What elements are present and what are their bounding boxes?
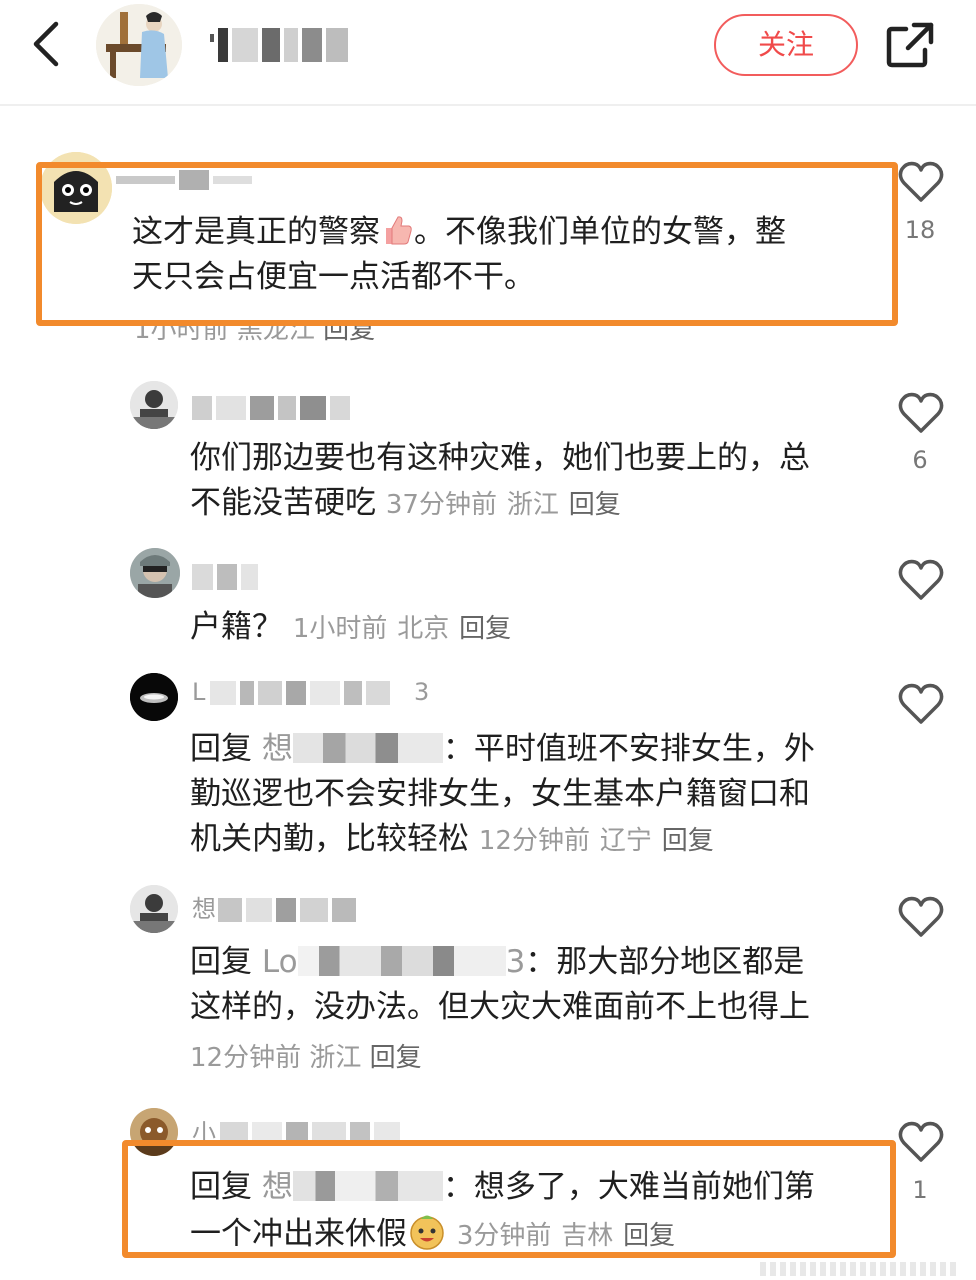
like-count: 18 (904, 216, 936, 244)
comment-text-line-3: 机关内勤，比较轻松 12分钟前 辽宁 回复 (190, 821, 714, 857)
comment-text: 这才是真正的警察 。不像我们单位的女警，整 (132, 214, 786, 250)
reply-target-name[interactable]: 想 (262, 731, 293, 767)
reply-button[interactable]: 回复 (569, 490, 621, 520)
author-name-blurred (210, 22, 360, 68)
comment-text-line-2: 勤巡逻也不会安排女生，女生基本户籍窗口和 (190, 776, 810, 812)
user-name-blurred[interactable]: L 3 (192, 677, 442, 707)
heart-icon[interactable] (897, 391, 945, 435)
heart-icon[interactable] (897, 895, 945, 939)
comment-text: 回复 想：平时值班不安排女生，外 (190, 731, 815, 767)
comment-time: 12分钟前 (190, 1043, 302, 1073)
reply-target-blurred (292, 1171, 443, 1201)
comment-location: 黑龙江 (236, 315, 315, 345)
comment-text-line-2: 不能没苦硬吃 37分钟前 浙江 回复 (190, 485, 621, 521)
user-name-blurred[interactable] (192, 392, 372, 422)
like-count: 1 (912, 1176, 928, 1204)
reply-button[interactable]: 回复 (623, 1221, 675, 1251)
reply-button[interactable]: 回复 (459, 614, 511, 644)
comment-location: 浙江 (309, 1043, 362, 1073)
back-arrow-icon[interactable] (26, 20, 70, 68)
comment-meta: 12分钟前 浙江 回复 (190, 1038, 422, 1078)
reply-button[interactable]: 回复 (323, 326, 375, 345)
reply-button[interactable]: 回复 (370, 1043, 422, 1073)
user-name-blurred[interactable]: 小 (192, 1118, 452, 1148)
author-avatar[interactable] (96, 4, 182, 86)
comment-time: 37分钟前 (385, 490, 497, 520)
user-avatar[interactable] (130, 381, 178, 429)
follow-button[interactable]: 关注 (714, 14, 858, 76)
reply-target-name[interactable]: Lo (262, 944, 298, 980)
top-bar: 关注 (0, 0, 976, 106)
heart-icon[interactable] (897, 682, 945, 726)
comment-time: 12分钟前 (478, 826, 590, 856)
heart-icon[interactable] (897, 1120, 945, 1164)
comment-text-line-2: 一个冲出来休假 3分钟前 吉林 回复 (190, 1212, 675, 1256)
thumbs-up-emoji-icon (380, 214, 414, 246)
comment-time: 3分钟前 (456, 1221, 552, 1251)
user-name-blurred[interactable] (192, 562, 262, 592)
user-name-blurred[interactable] (116, 162, 256, 192)
comment-time: 1小时前 (292, 614, 388, 644)
comment-text: 回复 想：想多了，大难当前她们第 (190, 1169, 815, 1205)
user-name-blurred[interactable]: 想 (192, 894, 382, 924)
user-avatar[interactable] (130, 1108, 178, 1156)
heart-icon[interactable] (897, 558, 945, 602)
reply-button[interactable]: 回复 (662, 826, 714, 856)
comment-text: 你们那边要也有这种灾难，她们也要上的，总 (190, 440, 810, 476)
heart-icon[interactable] (897, 160, 945, 204)
comment-location: 浙江 (506, 490, 559, 520)
reply-target-blurred (297, 946, 506, 976)
user-avatar[interactable] (40, 152, 112, 224)
comment-location: 吉林 (561, 1221, 614, 1251)
user-avatar[interactable] (130, 673, 178, 721)
like-count: 6 (912, 446, 928, 474)
comment-location: 辽宁 (599, 826, 652, 856)
reply-target-blurred (292, 733, 443, 763)
share-icon[interactable] (884, 20, 936, 70)
comment-text: 回复 Lo 3：那大部分地区都是 (190, 944, 805, 980)
comment-meta: 1小时前 黑龙江 回复 (134, 315, 375, 348)
face-emoji-icon (407, 1212, 447, 1250)
comment-text-line-2: 天只会占便宜一点活都不干。 (132, 259, 535, 295)
user-avatar[interactable] (130, 548, 180, 598)
comment-time: 1小时前 (134, 315, 229, 345)
comment-text: 户籍？ 1小时前 北京 回复 (190, 609, 512, 645)
comment-text-line-2: 这样的，没办法。但大灾大难面前不上也得上 (190, 989, 810, 1025)
comment-location: 北京 (397, 614, 450, 644)
reply-target-name[interactable]: 想 (262, 1169, 293, 1205)
user-avatar[interactable] (130, 885, 178, 933)
bottom-watermark (760, 1262, 960, 1276)
